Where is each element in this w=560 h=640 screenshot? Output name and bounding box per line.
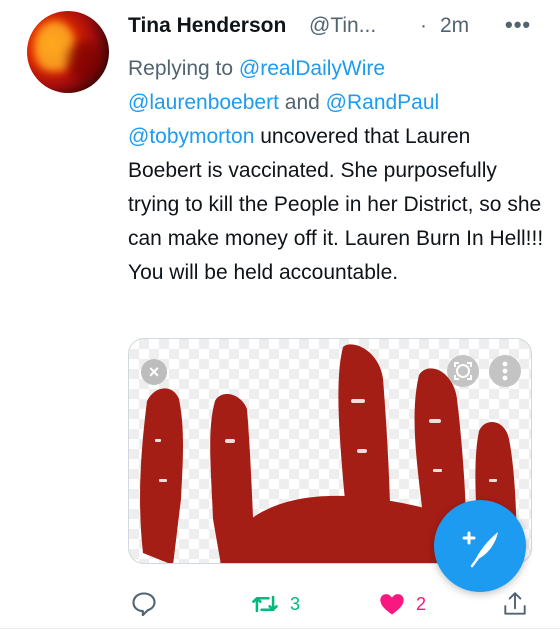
- replying-to-line: Replying to @realDailyWire @laurenboeber…: [128, 52, 548, 120]
- share-icon: [504, 592, 526, 615]
- media-more-icon[interactable]: [489, 355, 521, 387]
- tweet-actions: 3 2: [0, 584, 560, 624]
- mention-realdailywire[interactable]: @realDailyWire: [239, 57, 385, 80]
- author-handle[interactable]: @Tin...: [309, 14, 376, 38]
- mention-randpaul[interactable]: @RandPaul: [326, 91, 440, 114]
- tweet[interactable]: Tina Henderson @Tin... · 2m ••• Replying…: [0, 0, 560, 640]
- divider: [0, 628, 560, 629]
- tweet-text: uncovered that Lauren Boebert is vaccina…: [128, 125, 544, 284]
- compose-feather-icon: [462, 531, 498, 568]
- separator-dot: ·: [420, 14, 427, 37]
- mention-laurenboebert[interactable]: @laurenboebert: [128, 91, 279, 114]
- share-button[interactable]: [502, 588, 528, 620]
- compose-tweet-button[interactable]: [434, 500, 526, 592]
- retweet-icon: [252, 595, 278, 613]
- retweet-button[interactable]: 3: [250, 588, 300, 620]
- tweet-header: Tina Henderson @Tin... · 2m •••: [128, 12, 548, 42]
- tweet-time[interactable]: 2m: [440, 14, 469, 38]
- lens-icon[interactable]: [447, 355, 479, 387]
- mention-tobymorton[interactable]: @tobymorton: [128, 125, 254, 148]
- reply-icon: [132, 592, 156, 617]
- tweet-body: @tobymorton uncovered that Lauren Boeber…: [128, 120, 548, 290]
- close-icon[interactable]: ×: [141, 359, 167, 385]
- replying-to-label: Replying to: [128, 57, 234, 80]
- reply-button[interactable]: [130, 588, 158, 620]
- avatar[interactable]: [27, 11, 109, 93]
- avatar-shade: [67, 41, 101, 81]
- retweet-count: 3: [290, 593, 301, 614]
- replying-and: and: [284, 91, 320, 114]
- more-options-icon[interactable]: •••: [505, 12, 531, 38]
- like-count: 2: [416, 593, 427, 614]
- author-name[interactable]: Tina Henderson: [128, 14, 286, 38]
- like-button[interactable]: 2: [378, 588, 426, 620]
- heart-icon: [380, 594, 404, 615]
